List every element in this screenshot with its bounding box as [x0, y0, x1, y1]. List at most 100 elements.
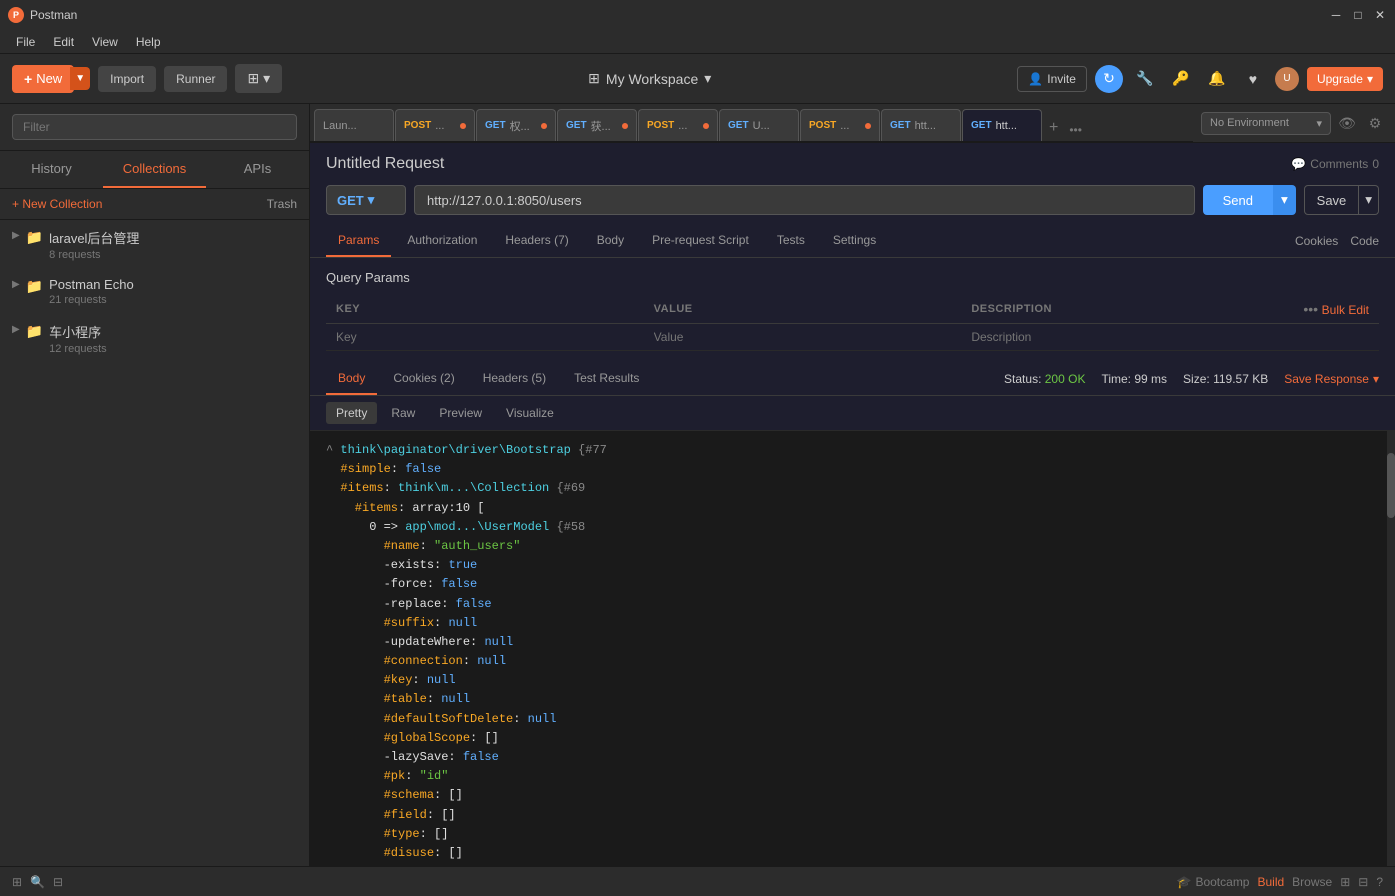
req-tab-authorization[interactable]: Authorization — [395, 225, 489, 257]
req-tab-params[interactable]: Params — [326, 225, 391, 257]
url-input[interactable] — [414, 185, 1195, 215]
bulk-edit-button[interactable]: Bulk Edit — [1322, 303, 1369, 317]
tab-history[interactable]: History — [0, 151, 103, 188]
search-button[interactable]: 🔍 — [30, 875, 45, 889]
save-button[interactable]: Save — [1304, 185, 1360, 215]
build-tab[interactable]: Build — [1257, 875, 1284, 889]
key-button[interactable]: 🔑 — [1167, 65, 1195, 93]
collection-item[interactable]: ▶ 📁 Postman Echo 21 requests — [0, 269, 309, 314]
workspace-button[interactable]: ⊞ My Workspace ▾ — [588, 70, 711, 87]
add-tab-button[interactable]: + — [1043, 119, 1064, 137]
tab-post-3[interactable]: POST ... — [800, 109, 880, 141]
bootcamp-button[interactable]: 🎓 Bootcamp — [1177, 875, 1250, 889]
collection-arrow-icon: ▶ — [12, 279, 20, 290]
params-row — [326, 324, 1379, 351]
bottom-bar: ⊞ 🔍 ⊟ 🎓 Bootcamp Build Browse ⊞ ⊟ ? — [0, 866, 1395, 896]
view-tab-visualize[interactable]: Visualize — [496, 402, 564, 424]
resp-tab-testresults[interactable]: Test Results — [562, 363, 651, 395]
tab-modified-dot — [622, 123, 628, 129]
collection-item[interactable]: ▶ 📁 laravel后台管理 8 requests — [0, 220, 309, 269]
request-title: Untitled Request — [326, 155, 444, 173]
key-input[interactable] — [336, 330, 634, 344]
menu-edit[interactable]: Edit — [45, 33, 82, 51]
sidebar: History Collections APIs + New Collectio… — [0, 104, 310, 866]
more-tabs-button[interactable]: ••• — [1065, 123, 1086, 137]
response-body[interactable]: ^ think\paginator\driver\Bootstrap {#77 … — [310, 431, 1395, 866]
tab-apis[interactable]: APIs — [206, 151, 309, 188]
new-dropdown-button[interactable]: ▼ — [70, 67, 90, 90]
tab-name-label: ... — [435, 120, 456, 132]
browse-tab[interactable]: Browse — [1292, 875, 1332, 889]
env-settings-button[interactable]: ⚙ — [1363, 111, 1387, 135]
comments-button[interactable]: 💬 Comments 0 — [1291, 157, 1379, 171]
resp-tab-headers[interactable]: Headers (5) — [471, 363, 558, 395]
maximize-button[interactable]: □ — [1351, 8, 1365, 22]
runner-button[interactable]: Runner — [164, 66, 227, 92]
heart-button[interactable]: ♥ — [1239, 65, 1267, 93]
tab-modified-dot — [460, 123, 466, 129]
help-button[interactable]: ? — [1376, 875, 1383, 889]
tab-post-1[interactable]: POST ... — [395, 109, 475, 141]
invite-button[interactable]: 👤 Invite — [1017, 66, 1087, 92]
tab-collections[interactable]: Collections — [103, 151, 206, 188]
save-response-label: Save Response — [1284, 372, 1369, 386]
new-button[interactable]: + New — [12, 65, 74, 93]
resp-tab-body[interactable]: Body — [326, 363, 377, 395]
value-input[interactable] — [654, 330, 952, 344]
view-tab-pretty[interactable]: Pretty — [326, 402, 377, 424]
tab-get-http2[interactable]: GET htt... — [962, 109, 1042, 141]
save-response-button[interactable]: Save Response ▾ — [1284, 372, 1379, 386]
code-link[interactable]: Code — [1350, 234, 1379, 248]
menu-help[interactable]: Help — [128, 33, 169, 51]
send-dropdown-button[interactable]: ▾ — [1273, 185, 1296, 215]
resp-tab-cookies[interactable]: Cookies (2) — [381, 363, 466, 395]
new-button-label: New — [36, 71, 62, 86]
layout-button-1[interactable]: ⊞ — [1340, 875, 1350, 889]
sync-button[interactable]: ↻ — [1095, 65, 1123, 93]
description-input[interactable] — [971, 330, 1269, 344]
cookies-link[interactable]: Cookies — [1295, 234, 1338, 248]
trash-button[interactable]: Trash — [267, 197, 297, 211]
tab-method-label: GET — [566, 120, 587, 131]
wrench-button[interactable]: 🔧 — [1131, 65, 1159, 93]
save-dropdown-button[interactable]: ▾ — [1359, 185, 1379, 215]
close-button[interactable]: ✕ — [1373, 8, 1387, 22]
tab-get-http1[interactable]: GET htt... — [881, 109, 961, 141]
tab-method-label: GET — [971, 120, 992, 131]
layout-button-2[interactable]: ⊟ — [1358, 875, 1368, 889]
menu-view[interactable]: View — [84, 33, 126, 51]
tab-get-quan[interactable]: GET 权... — [476, 109, 556, 141]
req-tab-body[interactable]: Body — [585, 225, 636, 257]
view-tab-preview[interactable]: Preview — [429, 402, 492, 424]
proxy-button[interactable]: ⊞ ▾ — [235, 64, 282, 93]
bottom-left: ⊞ 🔍 ⊟ — [12, 875, 63, 889]
req-tab-tests[interactable]: Tests — [765, 225, 817, 257]
collection-item[interactable]: ▶ 📁 车小程序 12 requests — [0, 314, 309, 363]
new-collection-button[interactable]: + New Collection — [12, 197, 102, 211]
req-tab-prerequest[interactable]: Pre-request Script — [640, 225, 761, 257]
minimize-button[interactable]: ─ — [1329, 8, 1343, 22]
folder-icon: 📁 — [26, 323, 43, 340]
sidebar-toggle-button[interactable]: ⊞ — [12, 875, 22, 889]
collection-arrow-icon: ▶ — [12, 324, 20, 335]
req-tab-settings[interactable]: Settings — [821, 225, 888, 257]
environment-select[interactable]: No Environment ▾ — [1201, 112, 1331, 135]
import-button[interactable]: Import — [98, 66, 156, 92]
bell-button[interactable]: 🔔 — [1203, 65, 1231, 93]
method-select[interactable]: GET ▾ — [326, 185, 406, 215]
console-button[interactable]: ⊟ — [53, 875, 63, 889]
params-more-button[interactable]: ••• — [1303, 301, 1318, 317]
env-eye-button[interactable]: 👁 — [1335, 111, 1359, 135]
menu-file[interactable]: File — [8, 33, 43, 51]
send-button[interactable]: Send — [1203, 185, 1273, 215]
tab-launcher[interactable]: Laun... — [314, 109, 394, 141]
tab-get-huo[interactable]: GET 获... — [557, 109, 637, 141]
upgrade-button[interactable]: Upgrade ▾ — [1307, 67, 1383, 91]
search-input[interactable] — [12, 114, 297, 140]
view-tab-raw[interactable]: Raw — [381, 402, 425, 424]
response-view-tabs: Pretty Raw Preview Visualize — [310, 396, 1395, 431]
avatar[interactable]: U — [1275, 67, 1299, 91]
req-tab-headers[interactable]: Headers (7) — [493, 225, 580, 257]
tab-get-u[interactable]: GET U... — [719, 109, 799, 141]
tab-post-2[interactable]: POST ... — [638, 109, 718, 141]
